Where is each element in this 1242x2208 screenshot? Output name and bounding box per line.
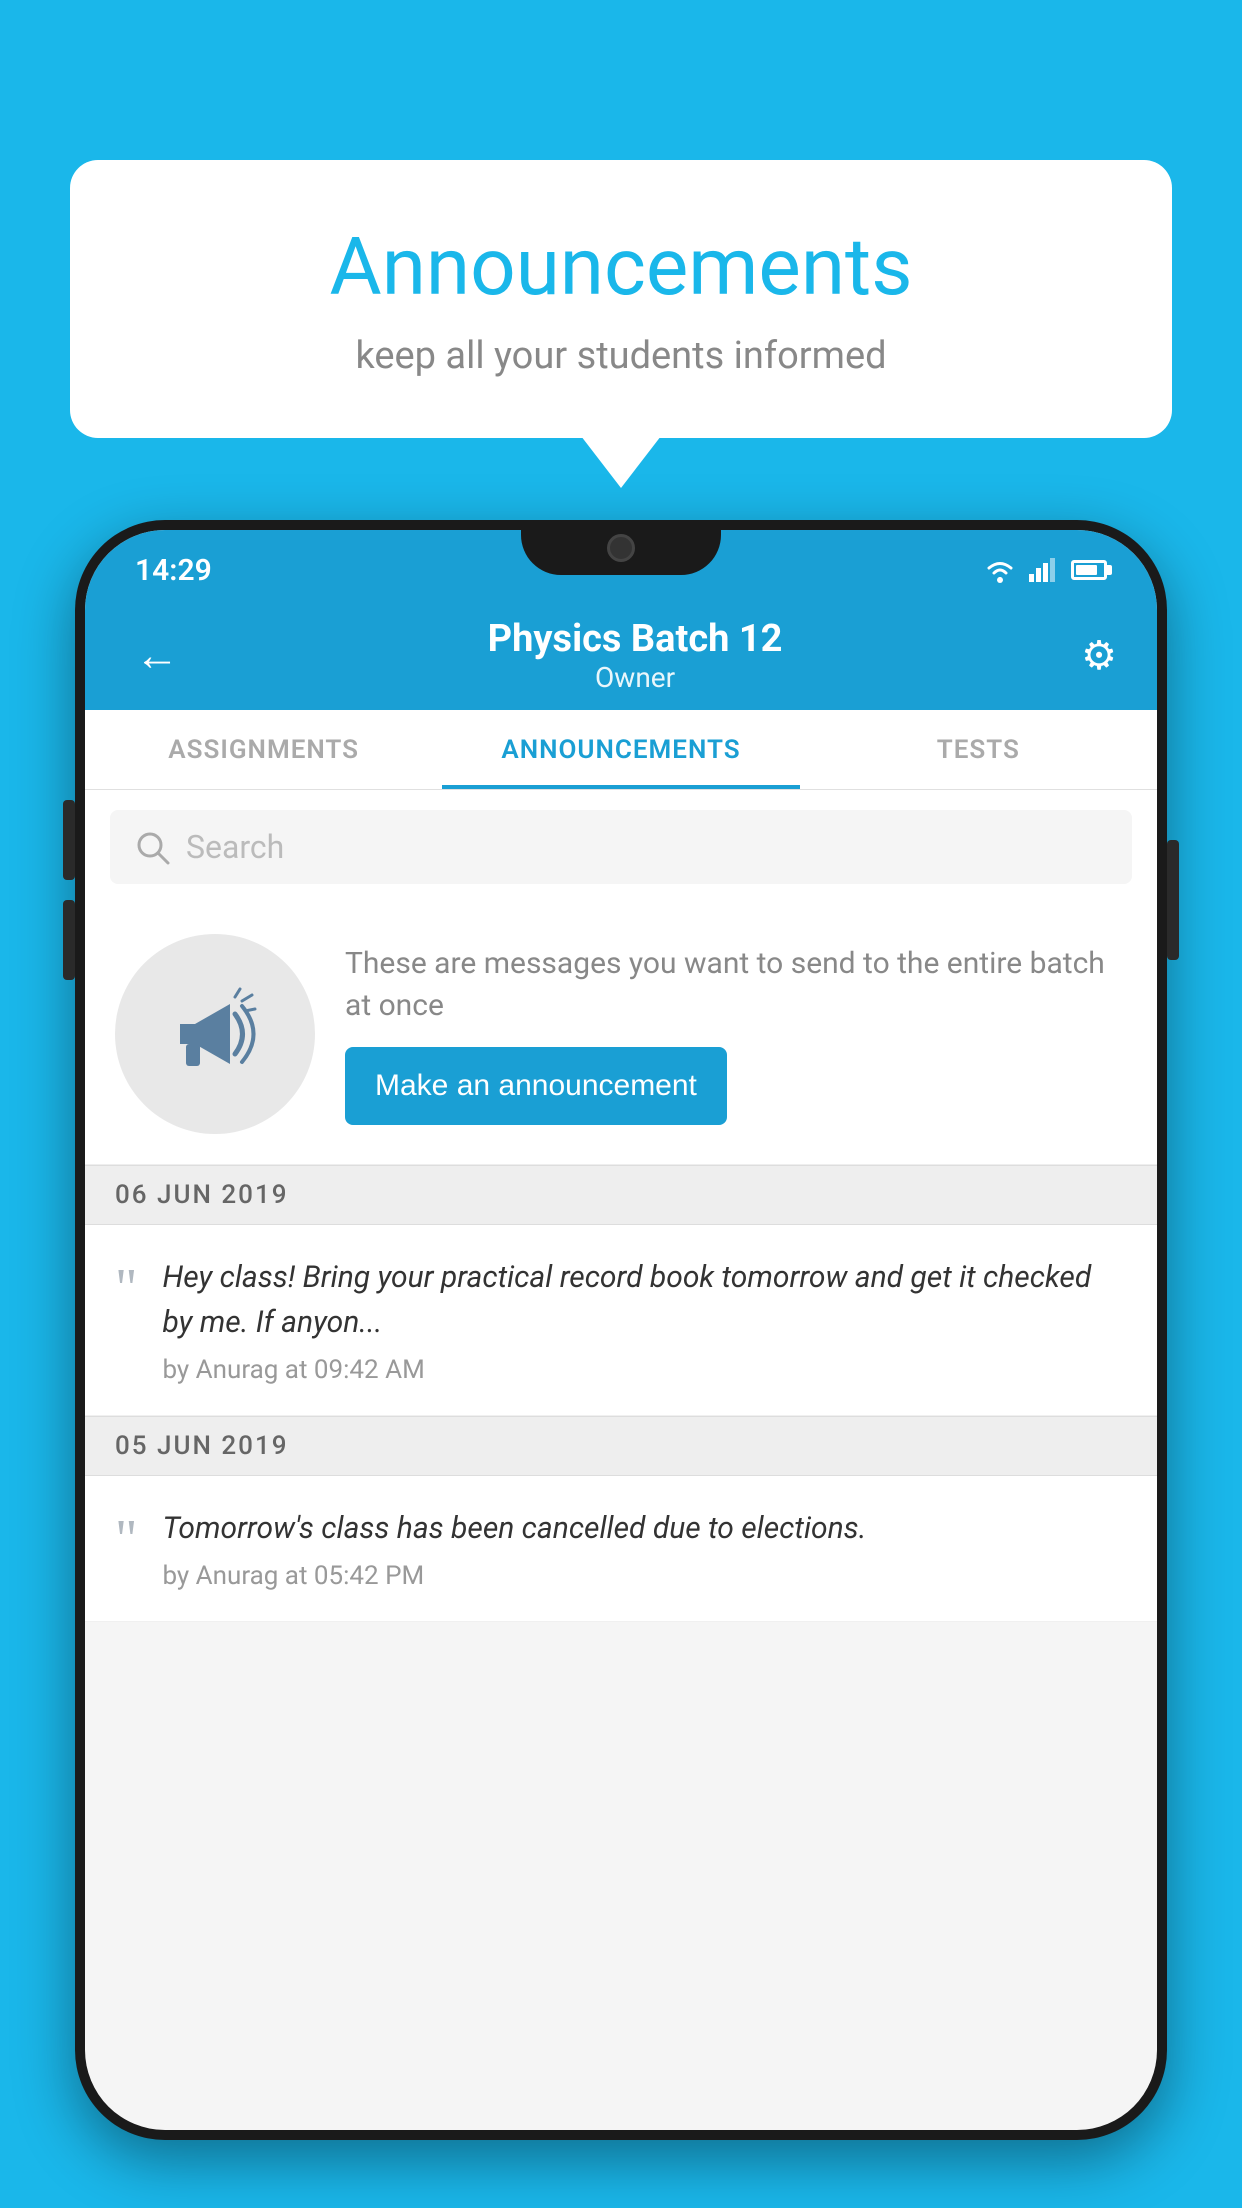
settings-button[interactable]: ⚙ [1081, 632, 1117, 679]
announcement-item-2[interactable]: " Tomorrow's class has been cancelled du… [85, 1476, 1157, 1622]
volume-up-button[interactable] [63, 800, 75, 880]
tab-announcements[interactable]: ANNOUNCEMENTS [442, 710, 799, 789]
megaphone-icon [160, 979, 270, 1089]
bubble-subtitle: keep all your students informed [140, 334, 1102, 378]
announcement-text-block-1: Hey class! Bring your practical record b… [162, 1255, 1127, 1385]
volume-down-button[interactable] [63, 900, 75, 980]
app-bar-center: Physics Batch 12 Owner [189, 617, 1081, 694]
signal-icon [1029, 558, 1059, 582]
search-input-wrap[interactable]: Search [110, 810, 1132, 884]
date-separator-2: 05 JUN 2019 [85, 1416, 1157, 1476]
wifi-icon [983, 557, 1017, 583]
announcement-item-1[interactable]: " Hey class! Bring your practical record… [85, 1225, 1157, 1416]
phone: 14:29 [75, 520, 1167, 2140]
announcement-meta-1: by Anurag at 09:42 AM [162, 1355, 1127, 1385]
bubble-title: Announcements [140, 220, 1102, 314]
announcement-text-block-2: Tomorrow's class has been cancelled due … [162, 1506, 1127, 1591]
phone-screen: 14:29 [85, 530, 1157, 2130]
battery-icon [1071, 560, 1107, 580]
status-icons [983, 557, 1107, 583]
announcement-meta-2: by Anurag at 05:42 PM [162, 1561, 1127, 1591]
power-button[interactable] [1167, 840, 1179, 960]
promo-right: These are messages you want to send to t… [345, 943, 1127, 1125]
quote-icon-2: " [115, 1511, 137, 1566]
announcement-promo: These are messages you want to send to t… [85, 904, 1157, 1165]
date-separator-1: 06 JUN 2019 [85, 1165, 1157, 1225]
phone-notch [521, 520, 721, 575]
app-bar: ← Physics Batch 12 Owner ⚙ [85, 600, 1157, 710]
announcement-message-1: Hey class! Bring your practical record b… [162, 1255, 1127, 1345]
search-placeholder: Search [186, 828, 284, 866]
phone-container: 14:29 [75, 520, 1167, 2208]
search-icon [135, 830, 170, 865]
tabs-bar: ASSIGNMENTS ANNOUNCEMENTS TESTS [85, 710, 1157, 790]
speech-bubble: Announcements keep all your students inf… [70, 160, 1172, 438]
quote-icon-1: " [115, 1260, 137, 1315]
make-announcement-button[interactable]: Make an announcement [345, 1047, 727, 1125]
announcement-message-2: Tomorrow's class has been cancelled due … [162, 1506, 1127, 1551]
speech-bubble-container: Announcements keep all your students inf… [70, 160, 1172, 438]
tab-assignments[interactable]: ASSIGNMENTS [85, 710, 442, 789]
status-time: 14:29 [135, 553, 212, 588]
front-camera [607, 534, 635, 562]
search-bar: Search [85, 790, 1157, 904]
promo-icon-circle [115, 934, 315, 1134]
batch-role: Owner [189, 661, 1081, 694]
back-button[interactable]: ← [125, 619, 189, 691]
promo-description: These are messages you want to send to t… [345, 943, 1127, 1027]
tab-tests[interactable]: TESTS [800, 710, 1157, 789]
batch-title: Physics Batch 12 [189, 617, 1081, 661]
